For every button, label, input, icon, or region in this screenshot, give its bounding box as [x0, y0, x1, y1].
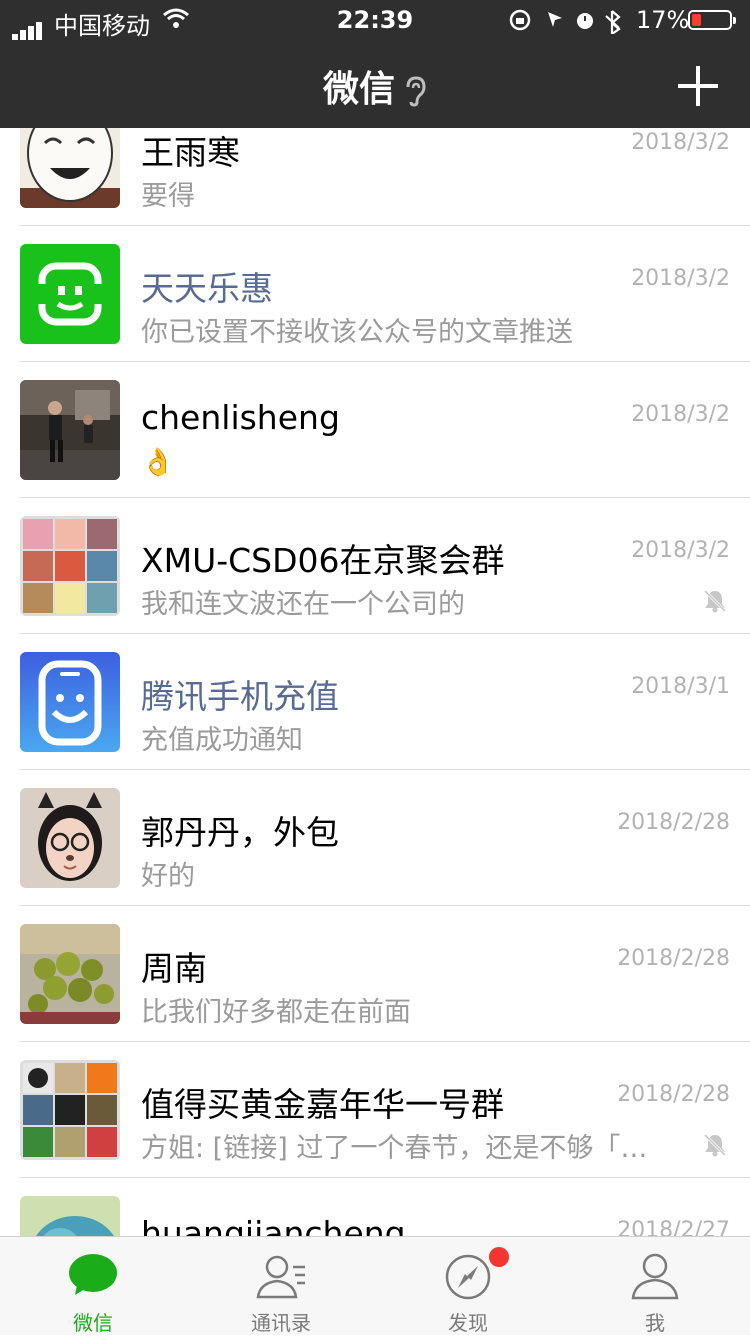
chat-row[interactable]: 值得买黄金嘉年华一号群 方姐: [链接] 过了一个春节，还是不够「… 2018/…: [0, 1042, 750, 1178]
chat-row[interactable]: 郭丹丹，外包 好的 2018/2/28: [0, 770, 750, 906]
avatar: [20, 516, 120, 616]
tab-me[interactable]: 我: [580, 1237, 730, 1335]
mute-bell-icon: [703, 589, 727, 613]
chat-preview: 👌: [141, 447, 175, 478]
avatar: [20, 924, 120, 1024]
status-bar: 中国移动 22:39 17%: [0, 0, 750, 40]
battery-icon: [688, 10, 736, 30]
discover-badge: [489, 1247, 509, 1267]
chat-preview: 充值成功通知: [141, 725, 303, 756]
chat-row[interactable]: 周南 比我们好多都走在前面 2018/2/28: [0, 906, 750, 1042]
top-bar: 中国移动 22:39 17% 微信: [0, 0, 750, 128]
chat-name: 王雨寒: [141, 133, 240, 172]
chat-date: 2018/2/28: [617, 1082, 730, 1107]
bluetooth-icon: [605, 10, 621, 34]
chat-row[interactable]: chenlisheng 👌 2018/3/2: [0, 362, 750, 498]
rotation-lock-icon: [509, 9, 531, 31]
chat-name: 腾讯手机充值: [141, 677, 339, 716]
chat-preview: 好的: [141, 861, 195, 892]
location-icon: [548, 12, 562, 27]
chat-name: chenlisheng: [141, 398, 340, 437]
tab-label: 我: [645, 1311, 665, 1335]
alarm-icon: [577, 13, 593, 29]
chat-date: 2018/3/1: [631, 674, 730, 699]
status-icons: [509, 9, 621, 34]
tab-label: 发现: [448, 1311, 488, 1335]
tab-label: 微信: [73, 1311, 113, 1335]
chat-list: 王雨寒 要得 2018/3/2 天天乐惠 你已设置不接收该公众号的文章推送 20…: [0, 90, 750, 1314]
chat-row[interactable]: 天天乐惠 你已设置不接收该公众号的文章推送 2018/3/2: [0, 226, 750, 362]
chat-row[interactable]: XMU-CSD06在京聚会群 我和连文波还在一个公司的 2018/3/2: [0, 498, 750, 634]
compass-icon: [445, 1254, 491, 1300]
page-title: 微信: [0, 60, 750, 112]
tab-discover[interactable]: 发现: [393, 1237, 543, 1335]
tab-chats[interactable]: 微信: [18, 1237, 168, 1335]
mute-bell-icon: [703, 1133, 727, 1157]
avatar: [20, 788, 120, 888]
chat-name: 天天乐惠: [141, 269, 273, 308]
avatar: [20, 1060, 120, 1160]
contacts-icon: [256, 1255, 305, 1299]
chat-preview: 要得: [141, 181, 195, 212]
person-icon: [631, 1253, 679, 1300]
chat-date: 2018/2/28: [617, 810, 730, 835]
ear-icon: [406, 76, 426, 107]
chat-date: 2018/2/28: [617, 946, 730, 971]
chat-name: 周南: [141, 949, 207, 988]
battery-percent: 17%: [636, 6, 690, 34]
chat-date: 2018/3/2: [631, 402, 730, 427]
chat-date: 2018/3/2: [631, 266, 730, 291]
chat-preview: 我和连文波还在一个公司的: [141, 589, 465, 620]
chat-name: 郭丹丹，外包: [141, 813, 339, 852]
avatar: [20, 244, 120, 344]
chat-bubble-icon: [69, 1254, 117, 1295]
chat-name: 值得买黄金嘉年华一号群: [141, 1085, 504, 1124]
title-text: 微信: [322, 69, 395, 110]
tab-label: 通讯录: [251, 1311, 311, 1335]
chat-date: 2018/3/2: [631, 538, 730, 563]
chat-preview: 比我们好多都走在前面: [141, 997, 411, 1028]
chat-row[interactable]: 腾讯手机充值 充值成功通知 2018/3/1: [0, 634, 750, 770]
chat-preview: 方姐: [链接] 过了一个春节，还是不够「…: [141, 1133, 648, 1164]
tab-contacts[interactable]: 通讯录: [206, 1237, 356, 1335]
avatar: [20, 380, 120, 480]
chat-preview: 你已设置不接收该公众号的文章推送: [141, 317, 573, 348]
add-button[interactable]: [678, 66, 718, 106]
chat-date: 2018/3/2: [631, 130, 730, 155]
tab-bar: 微信 通讯录 发现 我: [0, 1236, 750, 1335]
chat-name: XMU-CSD06在京聚会群: [141, 541, 505, 580]
avatar: [20, 652, 120, 752]
